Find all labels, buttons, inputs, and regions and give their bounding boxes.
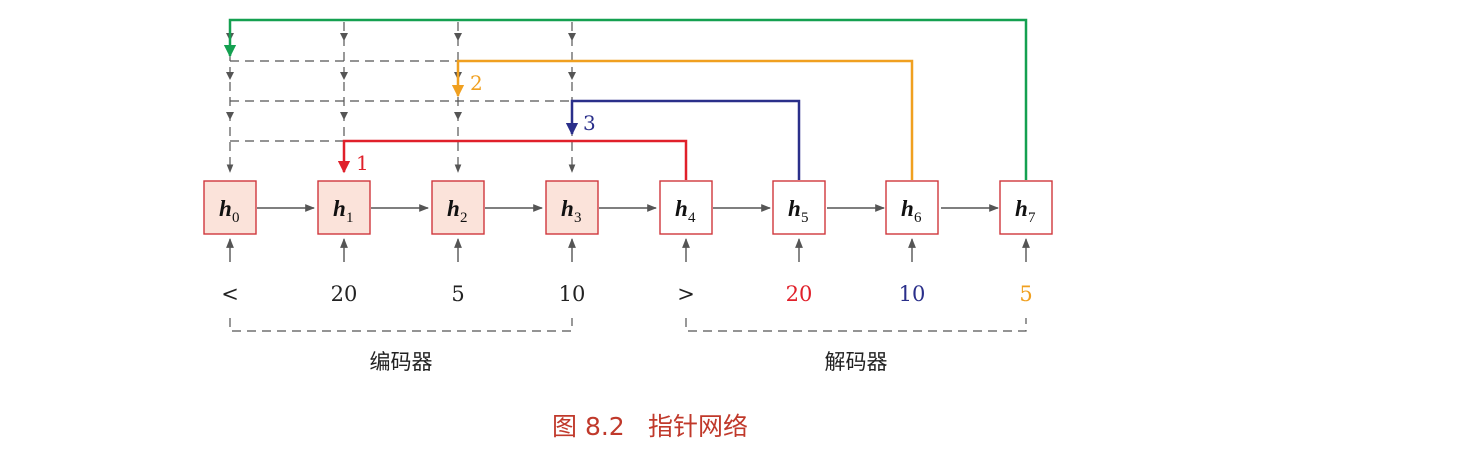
state-subscript: 5 (801, 210, 809, 226)
decoder-input-2: 10 (899, 282, 926, 306)
state-subscript: 4 (688, 210, 696, 226)
pointer-connections (223, 18, 1028, 180)
state-variable: h (561, 196, 574, 221)
decoder-input-0: > (677, 282, 695, 306)
state-variable: h (675, 196, 688, 221)
group-brackets (229, 318, 1027, 332)
hidden-state-decoder-0: h4 (659, 180, 713, 235)
figure-title: 指针网络 (648, 412, 748, 441)
state-variable: h (333, 196, 346, 221)
encoder-bracket (229, 318, 573, 332)
hidden-state-decoder-2: h6 (885, 180, 939, 235)
state-subscript: 6 (914, 210, 922, 226)
state-subscript: 1 (346, 210, 354, 226)
encoder-input-3: 10 (559, 282, 586, 306)
decoder-bracket (685, 318, 1027, 332)
state-variable: h (1015, 196, 1028, 221)
pointer-network-diagram: 1 2 3 h0h1h2h3h4h5h6h7 < 20 5 10 > 20 10… (203, 18, 1053, 441)
decoder-input-1: 20 (786, 282, 813, 306)
input-arrows (226, 238, 1030, 262)
hidden-state-decoder-3: h7 (999, 180, 1053, 235)
hidden-state-encoder-3: h3 (545, 180, 599, 235)
encoder-label: 编码器 (370, 350, 433, 374)
state-subscript: 3 (574, 210, 582, 226)
decoder-input-3: 5 (1019, 282, 1032, 306)
encoder-input-0: < (221, 282, 239, 306)
state-variable: h (901, 196, 914, 221)
hidden-state-encoder-2: h2 (431, 180, 485, 235)
figure-number: 图 8.2 (552, 412, 625, 441)
state-variable: h (219, 196, 232, 221)
state-variable: h (788, 196, 801, 221)
state-subscript: 2 (460, 210, 468, 226)
hidden-state-decoder-1: h5 (772, 180, 826, 235)
state-subscript: 7 (1028, 210, 1036, 226)
state-variable: h (447, 196, 460, 221)
hidden-state-encoder-0: h0 (203, 180, 257, 235)
pointer-arrow-1 (337, 139, 688, 180)
decoder-label: 解码器 (825, 350, 888, 374)
attention-dash-grid (226, 22, 576, 173)
pointer-order-label-3: 3 (583, 111, 596, 135)
pointer-order-label-2: 2 (470, 71, 483, 95)
encoder-input-2: 5 (451, 282, 464, 306)
pointer-order-label-1: 1 (356, 151, 369, 175)
hidden-state-encoder-1: h1 (317, 180, 371, 235)
grid-arrowheads (226, 33, 576, 120)
encoder-input-1: 20 (331, 282, 358, 306)
state-subscript: 0 (232, 210, 240, 226)
